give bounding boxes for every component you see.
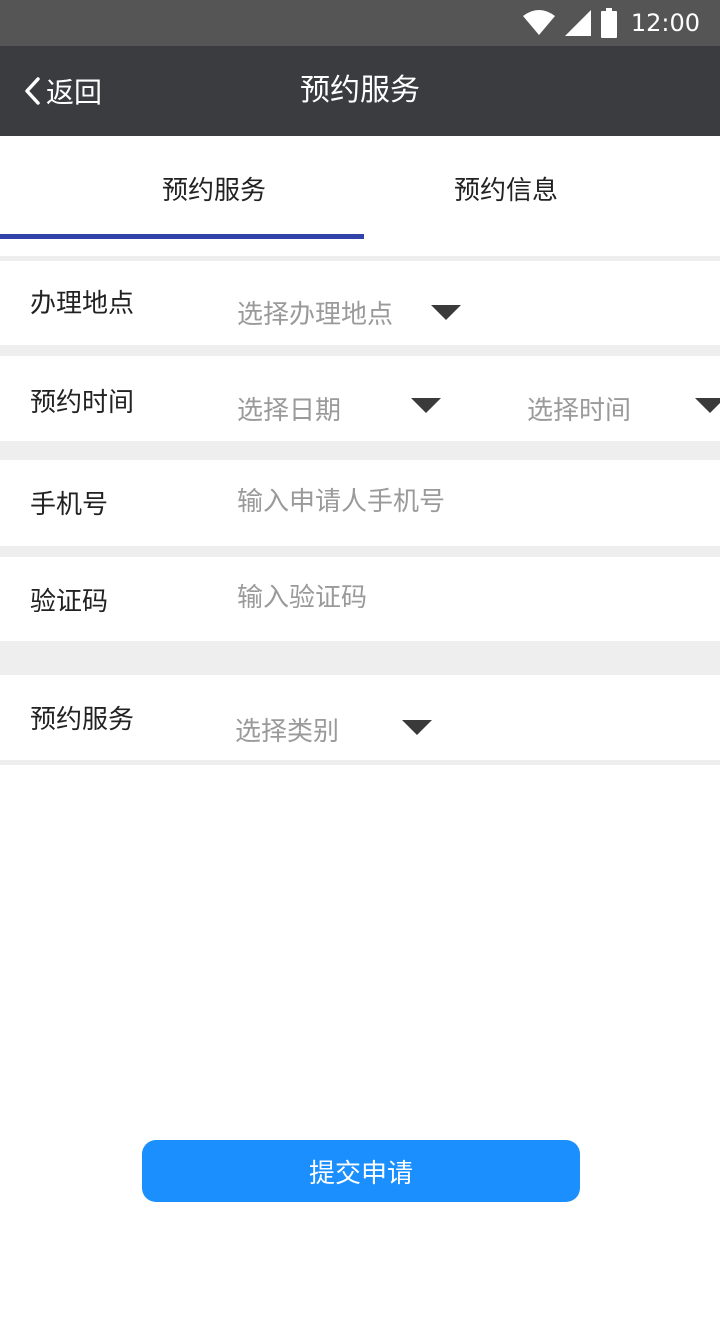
- caret-down-icon[interactable]: [402, 720, 432, 735]
- tab-booking-service[interactable]: 预约服务: [64, 136, 364, 240]
- divider: [0, 345, 720, 356]
- service-label: 预约服务: [30, 705, 135, 735]
- phone-input[interactable]: [237, 482, 687, 522]
- divider: [0, 760, 720, 765]
- submit-button[interactable]: 提交申请: [142, 1140, 580, 1202]
- status-time: 12:00: [630, 9, 700, 37]
- divider: [0, 441, 720, 460]
- service-row: 预约服务 选择类别: [0, 675, 720, 760]
- page-title: 预约服务: [300, 73, 420, 108]
- time-row: 预约时间 选择日期 选择时间: [0, 356, 720, 441]
- divider: [0, 641, 720, 675]
- caret-down-icon[interactable]: [695, 398, 720, 413]
- location-label: 办理地点: [30, 289, 135, 319]
- code-row: 验证码: [0, 557, 720, 641]
- back-button[interactable]: 返回: [22, 46, 102, 136]
- time-label: 预约时间: [30, 388, 135, 418]
- back-label: 返回: [46, 76, 103, 109]
- battery-icon: [600, 8, 617, 38]
- verification-code-input[interactable]: [237, 578, 687, 618]
- cell-signal-icon: [564, 10, 591, 36]
- time-select[interactable]: 选择时间: [527, 390, 631, 427]
- tab-bar: 预约服务 预约信息: [0, 136, 720, 240]
- date-select[interactable]: 选择日期: [237, 390, 341, 427]
- status-bar: 12:00: [0, 0, 720, 46]
- service-category-select[interactable]: 选择类别: [235, 711, 339, 748]
- nav-bar: 返回 预约服务: [0, 46, 720, 136]
- phone-label: 手机号: [30, 490, 109, 520]
- divider: [0, 546, 720, 557]
- tab-booking-info[interactable]: 预约信息: [356, 136, 656, 240]
- location-row: 办理地点 选择办理地点: [0, 261, 720, 345]
- back-chevron-icon: [25, 77, 40, 105]
- phone-row: 手机号: [0, 460, 720, 546]
- code-label: 验证码: [30, 587, 109, 617]
- caret-down-icon[interactable]: [411, 398, 441, 413]
- tab-active-indicator: [0, 234, 364, 239]
- wifi-icon: [522, 10, 555, 35]
- caret-down-icon[interactable]: [431, 305, 461, 320]
- location-select[interactable]: 选择办理地点: [237, 294, 393, 331]
- status-icons: 12:00: [522, 0, 700, 46]
